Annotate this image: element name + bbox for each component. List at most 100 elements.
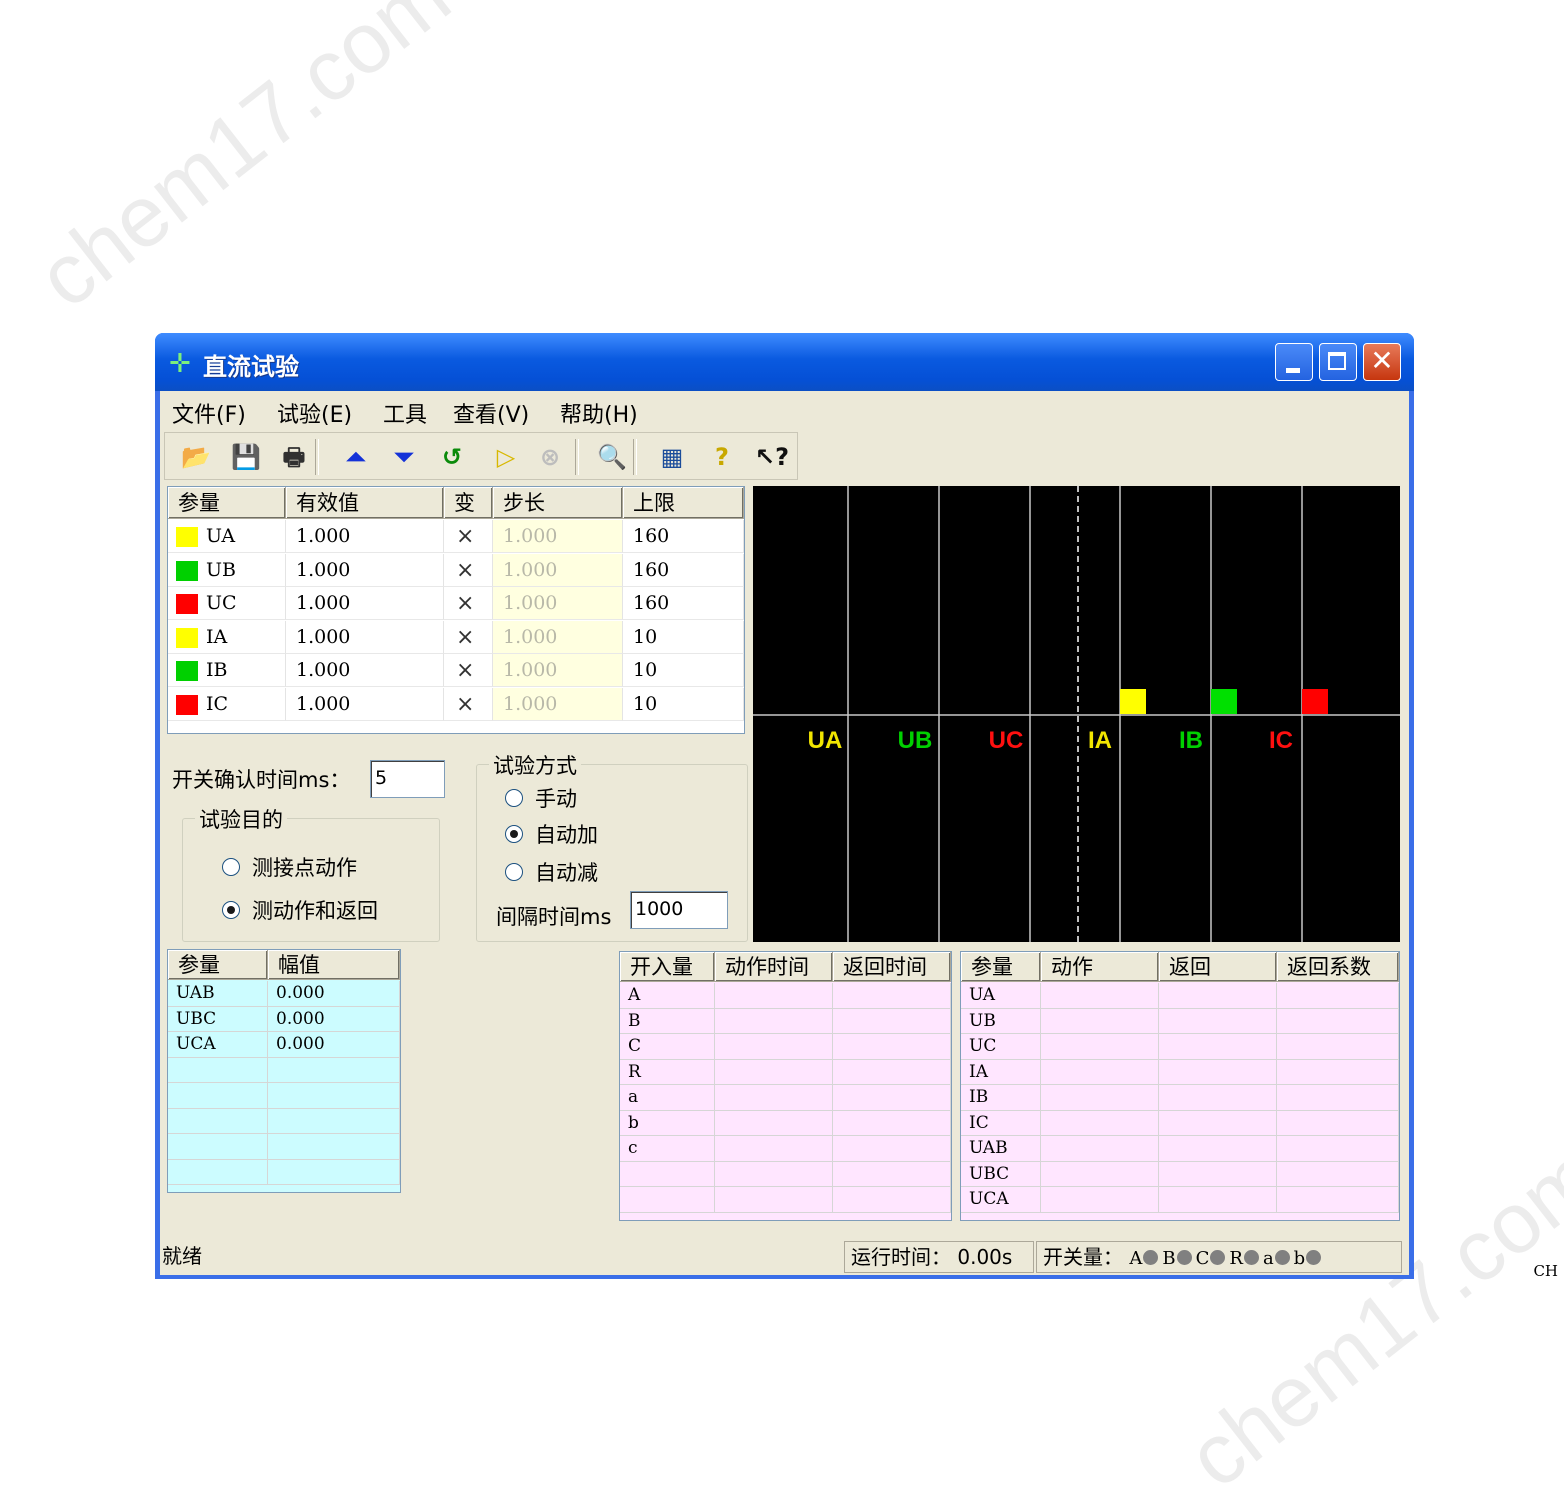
radio-auto-increase-label[interactable]: 自动加 bbox=[535, 819, 598, 849]
param-value[interactable]: 1.000 bbox=[286, 553, 444, 587]
param-limit[interactable]: 10 bbox=[623, 687, 744, 721]
result-row[interactable]: UAB bbox=[961, 1136, 1399, 1162]
param-row[interactable]: IA 1.000 × 1.000 10 bbox=[168, 620, 744, 654]
binary-input-row[interactable]: A bbox=[620, 983, 951, 1009]
binary-input-row[interactable]: C bbox=[620, 1034, 951, 1060]
amplitude-row[interactable]: UCA 0.000 bbox=[168, 1032, 400, 1058]
param-vary-toggle[interactable]: × bbox=[444, 687, 493, 721]
param-vary-toggle[interactable]: × bbox=[444, 553, 493, 587]
amplitude-col-header[interactable]: 幅值 bbox=[268, 950, 400, 980]
binary-input-col-header[interactable]: 动作时间 bbox=[715, 952, 833, 982]
binary-input-row[interactable]: b bbox=[620, 1110, 951, 1136]
param-step[interactable]: 1.000 bbox=[493, 553, 623, 587]
param-value[interactable]: 1.000 bbox=[286, 687, 444, 721]
result-row[interactable]: IB bbox=[961, 1085, 1399, 1111]
param-value[interactable]: 1.000 bbox=[286, 520, 444, 553]
menu-view[interactable]: 查看(V) bbox=[453, 397, 529, 429]
minimize-button[interactable] bbox=[1275, 343, 1313, 381]
param-vary-toggle[interactable]: × bbox=[444, 587, 493, 620]
radio-contact-action-label[interactable]: 测接点动作 bbox=[252, 852, 357, 882]
result-row[interactable]: UB bbox=[961, 1008, 1399, 1034]
maximize-button[interactable] bbox=[1319, 343, 1357, 381]
result-row[interactable]: IA bbox=[961, 1059, 1399, 1085]
param-step[interactable]: 1.000 bbox=[493, 687, 623, 721]
interval-input[interactable]: 1000 bbox=[630, 891, 728, 929]
run-button[interactable]: ▷ bbox=[489, 440, 523, 474]
print-button[interactable]: 🖶 bbox=[277, 440, 311, 474]
result-row[interactable]: UA bbox=[961, 983, 1399, 1009]
col-header-step[interactable]: 步长 bbox=[493, 487, 623, 519]
binary-input-row[interactable]: R bbox=[620, 1059, 951, 1085]
col-header-vary[interactable]: 变 bbox=[444, 487, 493, 519]
context-help-button[interactable]: ↖? bbox=[755, 440, 789, 474]
return-button[interactable]: ↺ bbox=[435, 440, 469, 474]
stop-button[interactable]: ⊗ bbox=[533, 440, 567, 474]
amplitude-row[interactable] bbox=[168, 1159, 400, 1185]
save-button[interactable]: 💾 bbox=[229, 440, 263, 474]
param-limit[interactable]: 160 bbox=[623, 553, 744, 587]
binary-input-row[interactable]: a bbox=[620, 1085, 951, 1111]
title-bar[interactable]: ✛ 直流试验 ✕ bbox=[155, 333, 1414, 391]
param-row[interactable]: UC 1.000 × 1.000 160 bbox=[168, 587, 744, 620]
binary-input-row[interactable] bbox=[620, 1161, 951, 1187]
radio-action-return-label[interactable]: 测动作和返回 bbox=[252, 895, 378, 925]
radio-auto-decrease[interactable] bbox=[505, 863, 523, 881]
result-col-header[interactable]: 返回 bbox=[1159, 952, 1277, 982]
amplitude-row[interactable] bbox=[168, 1057, 400, 1083]
param-vary-toggle[interactable]: × bbox=[444, 654, 493, 687]
param-row[interactable]: IB 1.000 × 1.000 10 bbox=[168, 654, 744, 687]
increase-button[interactable]: ⏶ bbox=[339, 440, 373, 474]
decrease-button[interactable]: ⏷ bbox=[387, 440, 421, 474]
calculator-button[interactable]: ▦ bbox=[655, 440, 689, 474]
col-header-limit[interactable]: 上限 bbox=[623, 487, 744, 519]
result-col-header[interactable]: 参量 bbox=[961, 952, 1041, 982]
amplitude-row[interactable] bbox=[168, 1083, 400, 1109]
param-limit[interactable]: 10 bbox=[623, 654, 744, 687]
col-header-value[interactable]: 有效值 bbox=[286, 487, 444, 519]
param-row[interactable]: UA 1.000 × 1.000 160 bbox=[168, 520, 744, 553]
radio-manual[interactable] bbox=[505, 789, 523, 807]
param-limit[interactable]: 160 bbox=[623, 587, 744, 620]
param-row[interactable]: IC 1.000 × 1.000 10 bbox=[168, 687, 744, 721]
close-button[interactable]: ✕ bbox=[1363, 343, 1401, 381]
param-step[interactable]: 1.000 bbox=[493, 620, 623, 654]
amplitude-col-header[interactable]: 参量 bbox=[168, 950, 268, 980]
result-row[interactable]: IC bbox=[961, 1110, 1399, 1136]
result-col-header[interactable]: 动作 bbox=[1041, 952, 1159, 982]
param-value[interactable]: 1.000 bbox=[286, 620, 444, 654]
binary-input-row[interactable]: B bbox=[620, 1008, 951, 1034]
menu-file[interactable]: 文件(F) bbox=[172, 397, 246, 429]
param-step[interactable]: 1.000 bbox=[493, 520, 623, 553]
result-col-header[interactable]: 返回系数 bbox=[1277, 952, 1399, 982]
result-row[interactable]: UC bbox=[961, 1034, 1399, 1060]
binary-input-col-header[interactable]: 返回时间 bbox=[833, 952, 951, 982]
param-value[interactable]: 1.000 bbox=[286, 587, 444, 620]
help-button[interactable]: ? bbox=[705, 440, 739, 474]
open-button[interactable]: 📂 bbox=[179, 440, 213, 474]
menu-help[interactable]: 帮助(H) bbox=[560, 397, 638, 429]
param-step[interactable]: 1.000 bbox=[493, 587, 623, 620]
param-limit[interactable]: 10 bbox=[623, 620, 744, 654]
radio-manual-label[interactable]: 手动 bbox=[535, 783, 577, 813]
radio-auto-decrease-label[interactable]: 自动减 bbox=[535, 857, 598, 887]
amplitude-row[interactable] bbox=[168, 1108, 400, 1134]
menu-test[interactable]: 试验(E) bbox=[277, 397, 352, 429]
menu-tools[interactable]: 工具 bbox=[383, 397, 427, 429]
col-header-param[interactable]: 参量 bbox=[168, 487, 286, 519]
param-vary-toggle[interactable]: × bbox=[444, 620, 493, 654]
binary-input-row[interactable] bbox=[620, 1187, 951, 1213]
radio-contact-action[interactable] bbox=[222, 858, 240, 876]
zoom-button[interactable]: 🔍 bbox=[595, 440, 629, 474]
param-row[interactable]: UB 1.000 × 1.000 160 bbox=[168, 553, 744, 587]
result-row[interactable]: UBC bbox=[961, 1161, 1399, 1187]
binary-input-col-header[interactable]: 开入量 bbox=[620, 952, 715, 982]
amplitude-row[interactable]: UBC 0.000 bbox=[168, 1006, 400, 1032]
param-step[interactable]: 1.000 bbox=[493, 654, 623, 687]
param-value[interactable]: 1.000 bbox=[286, 654, 444, 687]
radio-auto-increase[interactable] bbox=[505, 825, 523, 843]
binary-input-row[interactable]: c bbox=[620, 1136, 951, 1162]
radio-action-return[interactable] bbox=[222, 901, 240, 919]
param-vary-toggle[interactable]: × bbox=[444, 520, 493, 553]
result-row[interactable]: UCA bbox=[961, 1187, 1399, 1213]
param-limit[interactable]: 160 bbox=[623, 520, 744, 553]
